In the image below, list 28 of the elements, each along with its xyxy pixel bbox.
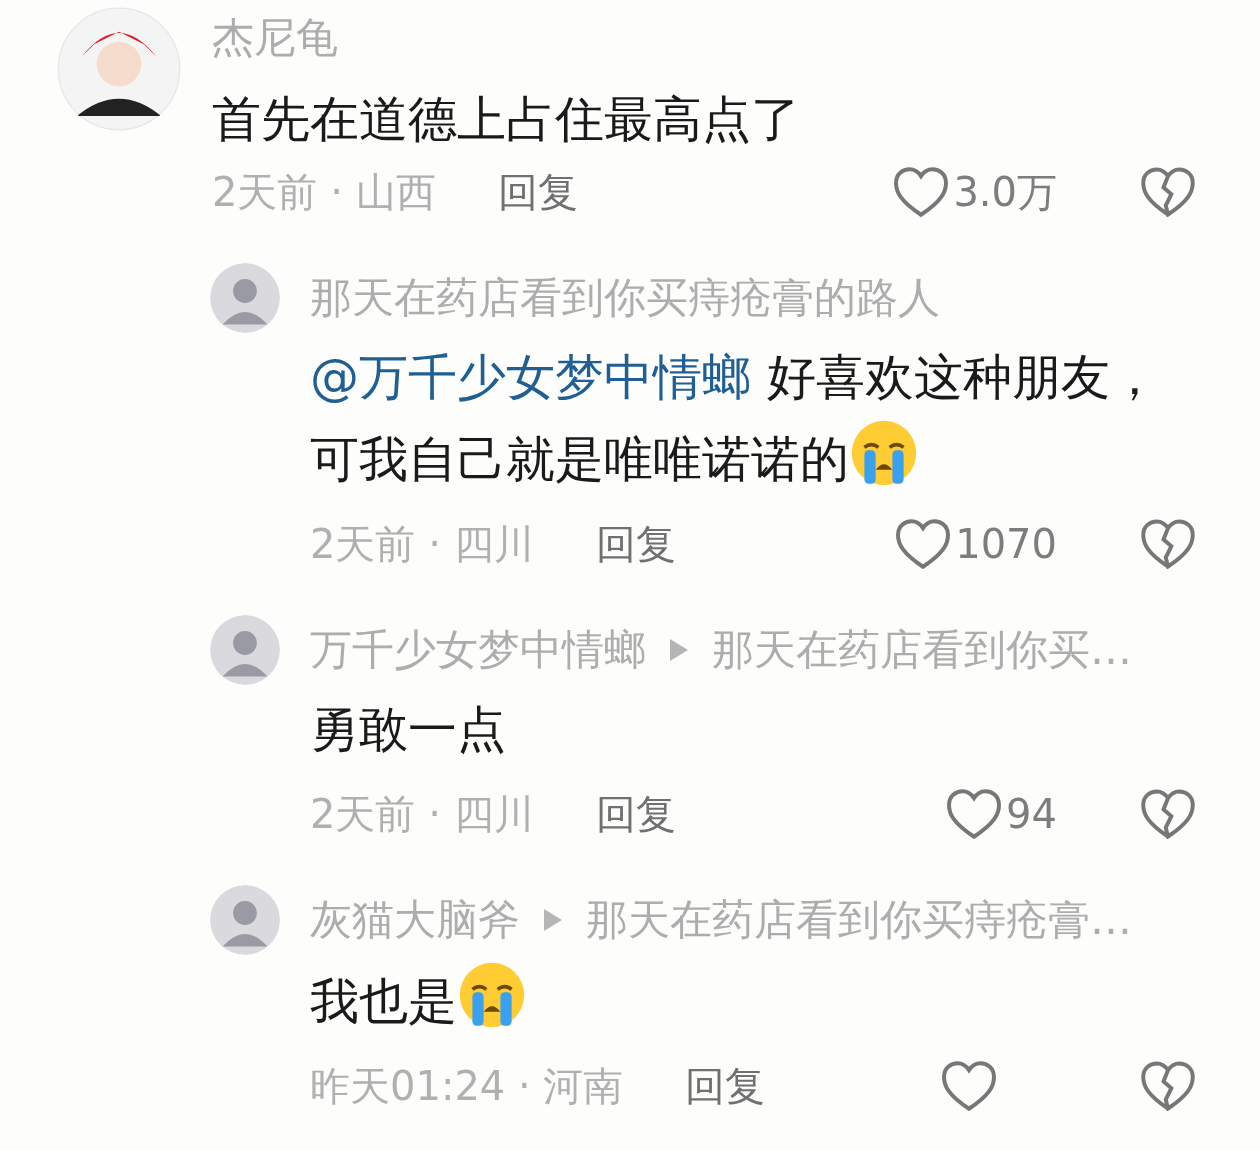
comment-text: 勇敢一点	[310, 700, 507, 760]
comment-meta: 2天前 · 四川	[310, 520, 534, 568]
comment-meta: 2天前 · 山西	[212, 168, 436, 216]
reply-button[interactable]: 回复	[685, 1062, 766, 1110]
username-link[interactable]: 杰尼龟	[212, 14, 338, 62]
username-link[interactable]: 那天在药店看到你买痔疮膏…	[586, 896, 1132, 944]
heart-icon[interactable]	[893, 167, 950, 217]
heart-icon[interactable]	[895, 519, 952, 569]
comment-meta: 昨天01:24 · 河南	[310, 1062, 624, 1110]
triangle-icon	[668, 637, 690, 663]
reply-button[interactable]: 回复	[595, 520, 676, 568]
like-count: 1070	[955, 520, 1057, 568]
like-count: 94	[1006, 790, 1057, 838]
comment-text: 首先在道德上占住最高点了	[212, 92, 801, 148]
comment-text: @万千少女梦中情螂 好喜欢这种朋友，可我自己就是唯唯诺诺的	[310, 348, 1160, 490]
username-link[interactable]: 灰猫大脑斧	[310, 896, 520, 944]
avatar-icon[interactable]	[57, 7, 181, 131]
triangle-icon	[542, 907, 564, 933]
heart-icon[interactable]	[941, 1061, 997, 1111]
username-link[interactable]: 万千少女梦中情螂	[310, 626, 646, 674]
like-count: 3.0万	[953, 168, 1057, 216]
username-link[interactable]: 那天在药店看到你买…	[712, 626, 1132, 674]
heart-icon[interactable]	[946, 789, 1003, 839]
reply-button[interactable]: 回复	[595, 790, 676, 838]
reply-button[interactable]: 回复	[497, 168, 578, 216]
comment-text: 我也是	[310, 960, 1195, 1042]
username-link[interactable]: 那天在药店看到你买痔疮膏的路人	[310, 274, 940, 322]
comment-meta: 2天前 · 四川	[310, 790, 534, 838]
